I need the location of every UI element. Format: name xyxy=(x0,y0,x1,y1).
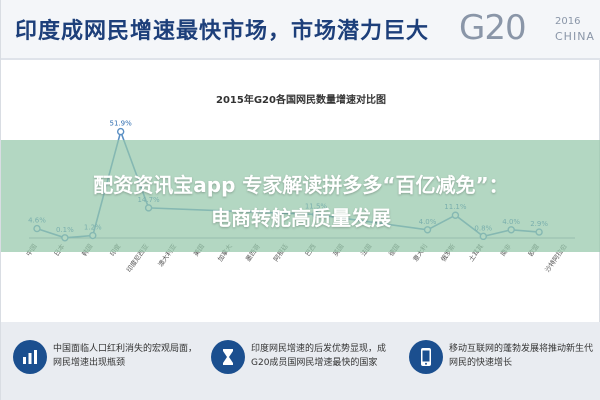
footer-panels: 中国面临人口红利消失的宏观局面，网民增速出现瓶颈 印度网民增速的后发优势显现，成… xyxy=(1,322,600,400)
panel-text: 中国面临人口红利消失的宏观局面，网民增速出现瓶颈 xyxy=(53,344,198,368)
data-label: 51.9% xyxy=(110,120,133,128)
panel-text: 移动互联网的蓬勃发展将推动新生代网民的快速增长 xyxy=(449,344,594,368)
logo-year: 2016 xyxy=(555,16,581,27)
panel-india: 印度网民增速的后发优势显现，成G20成员国网民增速最快的国家 xyxy=(203,332,399,390)
panel-text: 印度网民增速的后发优势显现，成G20成员国网民增速最快的国家 xyxy=(251,344,387,368)
panel-mobile: 移动互联网的蓬勃发展将推动新生代网民的快速增长 xyxy=(401,332,597,390)
data-point xyxy=(116,127,125,136)
page-title: 印度成网民增速最快市场，市场潜力巨大 xyxy=(15,19,430,44)
panel-china: 中国面临人口红利消失的宏观局面，网民增速出现瓶颈 xyxy=(5,332,201,390)
banner-subheadline[interactable]: 电商转舵高质量发展 xyxy=(1,202,600,231)
phone-icon xyxy=(409,340,443,374)
infographic: 印度成网民增速最快市场，市场潜力巨大 G20 2016 CHINA 2015年G… xyxy=(0,0,600,400)
overlay-banner[interactable]: 配资资讯宝app 专家解读拼多多“百亿减免”： 电商转舵高质量发展 xyxy=(1,140,600,252)
g20-logo: G20 2016 CHINA xyxy=(459,8,595,52)
hourglass-icon xyxy=(211,340,245,374)
banner-headline[interactable]: 配资资讯宝app 专家解读拼多多“百亿减免”： xyxy=(1,169,600,198)
chart-icon xyxy=(13,340,47,374)
logo-text: G20 xyxy=(459,8,527,48)
header: 印度成网民增速最快市场，市场潜力巨大 G20 2016 CHINA xyxy=(1,0,600,60)
logo-country: CHINA xyxy=(555,30,595,43)
